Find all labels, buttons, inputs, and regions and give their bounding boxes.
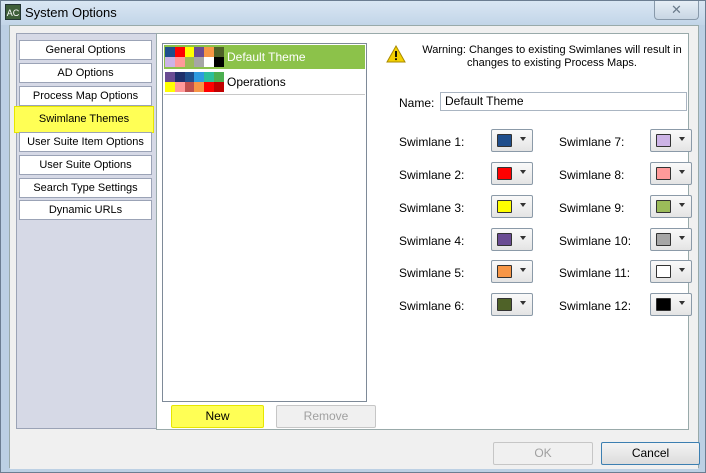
system-options-window: AC System Options ✕ General Options AD O… <box>0 0 706 473</box>
swimlane-3-label: Swimlane 3: <box>399 201 465 215</box>
theme-item-operations[interactable]: Operations <box>164 70 365 95</box>
dialog-body: General Options AD Options Process Map O… <box>9 25 700 469</box>
color-swatch <box>497 265 512 278</box>
swimlane-12-label: Swimlane 12: <box>559 299 632 313</box>
color-swatch <box>497 233 512 246</box>
theme-name: Default Theme <box>227 50 306 64</box>
tab-process-map-options[interactable]: Process Map Options <box>19 86 152 106</box>
tab-ad-options[interactable]: AD Options <box>19 63 152 83</box>
chevron-down-icon <box>520 301 526 305</box>
color-swatch <box>497 298 512 311</box>
swimlane-5-color-picker[interactable] <box>491 260 533 283</box>
swimlane-7-label: Swimlane 7: <box>559 135 625 149</box>
chevron-down-icon <box>520 268 526 272</box>
swimlane-1-color-picker[interactable] <box>491 129 533 152</box>
theme-item-default[interactable]: Default Theme <box>164 45 365 69</box>
swimlane-2-label: Swimlane 2: <box>399 168 465 182</box>
swimlane-8-color-picker[interactable] <box>650 162 692 185</box>
tab-user-suite-options[interactable]: User Suite Options <box>19 155 152 175</box>
chevron-down-icon <box>679 236 685 240</box>
swimlane-11-label: Swimlane 11: <box>559 266 631 280</box>
chevron-down-icon <box>679 301 685 305</box>
tab-dynamic-urls[interactable]: Dynamic URLs <box>19 200 152 220</box>
chevron-down-icon <box>679 137 685 141</box>
swimlane-5-label: Swimlane 5: <box>399 266 465 280</box>
chevron-down-icon <box>679 170 685 174</box>
name-label: Name: <box>399 96 435 110</box>
close-icon: ✕ <box>671 2 682 17</box>
chevron-down-icon <box>679 203 685 207</box>
color-swatch <box>656 265 671 278</box>
swimlane-4-color-picker[interactable] <box>491 228 533 251</box>
chevron-down-icon <box>520 236 526 240</box>
theme-swatch-preview <box>165 72 224 92</box>
swimlane-4-label: Swimlane 4: <box>399 234 465 248</box>
color-swatch <box>656 167 671 180</box>
swimlane-9-label: Swimlane 9: <box>559 201 625 215</box>
theme-name: Operations <box>227 75 286 89</box>
swimlane-6-label: Swimlane 6: <box>399 299 465 313</box>
title-bar[interactable]: AC System Options ✕ <box>1 1 705 25</box>
theme-name-input[interactable]: Default Theme <box>440 92 687 111</box>
app-icon: AC <box>5 4 21 20</box>
tab-general-options[interactable]: General Options <box>19 40 152 60</box>
chevron-down-icon <box>679 268 685 272</box>
theme-list[interactable]: Default Theme Operations <box>162 43 367 402</box>
swimlane-1-label: Swimlane 1: <box>399 135 465 149</box>
swimlane-3-color-picker[interactable] <box>491 195 533 218</box>
remove-theme-button[interactable]: Remove <box>276 405 376 428</box>
chevron-down-icon <box>520 170 526 174</box>
color-swatch <box>656 200 671 213</box>
swimlane-9-color-picker[interactable] <box>650 195 692 218</box>
chevron-down-icon <box>520 137 526 141</box>
color-swatch <box>656 233 671 246</box>
ok-button[interactable]: OK <box>493 442 593 465</box>
close-button[interactable]: ✕ <box>654 1 699 20</box>
tab-swimlane-themes[interactable]: Swimlane Themes <box>14 106 154 133</box>
swimlane-6-color-picker[interactable] <box>491 293 533 316</box>
color-swatch <box>656 134 671 147</box>
warning-icon <box>386 45 406 63</box>
swimlane-10-label: Swimlane 10: <box>559 234 632 248</box>
options-nav: General Options AD Options Process Map O… <box>14 33 157 429</box>
swimlane-2-color-picker[interactable] <box>491 162 533 185</box>
color-swatch <box>656 298 671 311</box>
tab-user-suite-item-options[interactable]: User Suite Item Options <box>19 132 152 152</box>
theme-swatch-preview <box>165 47 224 67</box>
swimlane-10-color-picker[interactable] <box>650 228 692 251</box>
new-theme-button[interactable]: New <box>171 405 264 428</box>
tab-search-type-settings[interactable]: Search Type Settings <box>19 178 152 198</box>
warning-message: Warning: Changes to existing Swimlanes w… <box>422 44 682 69</box>
window-title: System Options <box>25 5 117 20</box>
swimlane-8-label: Swimlane 8: <box>559 168 625 182</box>
swimlane-11-color-picker[interactable] <box>650 260 692 283</box>
color-swatch <box>497 200 512 213</box>
cancel-button[interactable]: Cancel <box>601 442 700 465</box>
dialog-footer: OK Cancel <box>10 431 700 469</box>
chevron-down-icon <box>520 203 526 207</box>
swimlane-12-color-picker[interactable] <box>650 293 692 316</box>
swimlane-7-color-picker[interactable] <box>650 129 692 152</box>
color-swatch <box>497 134 512 147</box>
color-swatch <box>497 167 512 180</box>
swimlane-themes-panel: Default Theme Operations New Remove Warn… <box>156 33 692 430</box>
